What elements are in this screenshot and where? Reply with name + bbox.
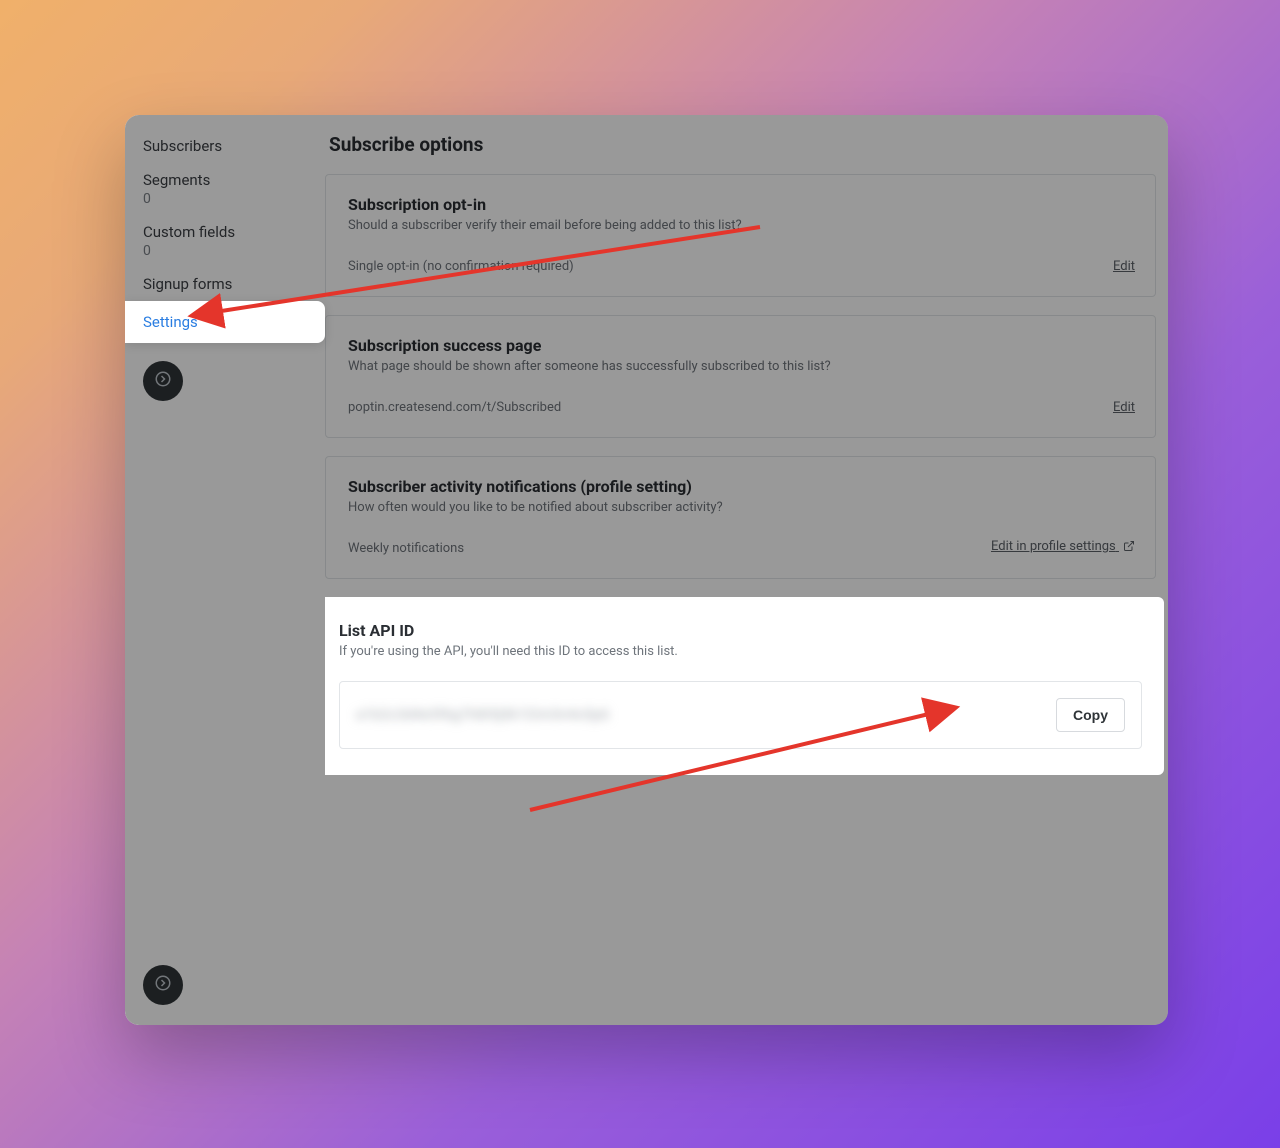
sidebar-item-custom-fields[interactable]: Custom fields xyxy=(125,215,315,241)
page-title: Subscribe options xyxy=(329,133,1156,156)
external-link-icon xyxy=(1123,540,1135,556)
card-subscription-success: Subscription success page What page shou… xyxy=(325,315,1156,438)
card-activity-notifications: Subscriber activity notifications (profi… xyxy=(325,456,1156,579)
sidebar-item-segments-count: 0 xyxy=(125,189,315,215)
card-value: poptin.createsend.com/t/Subscribed xyxy=(348,400,1133,415)
sidebar-item-label: Subscribers xyxy=(143,137,222,155)
card-desc: Should a subscriber verify their email b… xyxy=(348,218,1133,233)
api-id-value: a1b2c3d4e5f6g7h8i9j0k1l2m3n4o5p6 xyxy=(356,707,610,723)
arrow-circle-icon xyxy=(154,370,172,392)
sidebar-item-custom-fields-count: 0 xyxy=(125,241,315,267)
sidebar-item-settings[interactable]: Settings xyxy=(125,301,325,343)
sidebar-item-subscribers[interactable]: Subscribers xyxy=(125,129,315,163)
sidebar-item-label: Settings xyxy=(143,313,198,331)
sidebar-item-label: Custom fields xyxy=(143,223,235,241)
sidebar-item-segments[interactable]: Segments xyxy=(125,163,315,189)
card-title: Subscriber activity notifications (profi… xyxy=(348,477,1133,496)
copy-button[interactable]: Copy xyxy=(1056,698,1125,732)
arrow-circle-icon xyxy=(154,974,172,996)
card-title: Subscription opt-in xyxy=(348,195,1133,214)
card-desc: What page should be shown after someone … xyxy=(348,359,1133,374)
card-desc: If you're using the API, you'll need thi… xyxy=(339,644,1142,659)
edit-link[interactable]: Edit xyxy=(1113,259,1135,274)
card-list-api-id: List API ID If you're using the API, you… xyxy=(325,597,1164,775)
sidebar-toggle-button[interactable] xyxy=(143,361,183,401)
sidebar-item-label: Segments xyxy=(143,171,210,189)
edit-link[interactable]: Edit xyxy=(1113,400,1135,415)
card-title: Subscription success page xyxy=(348,336,1133,355)
api-id-box: a1b2c3d4e5f6g7h8i9j0k1l2m3n4o5p6 Copy xyxy=(339,681,1142,749)
sidebar-item-signup-forms[interactable]: Signup forms xyxy=(125,267,315,301)
sidebar-bottom-button[interactable] xyxy=(143,965,183,1005)
card-value: Single opt-in (no confirmation required) xyxy=(348,259,1133,274)
edit-profile-link[interactable]: Edit in profile settings xyxy=(991,539,1135,556)
card-title: List API ID xyxy=(339,621,1142,640)
sidebar: Subscribers Segments 0 Custom fields 0 S… xyxy=(125,115,315,1025)
card-subscription-optin: Subscription opt-in Should a subscriber … xyxy=(325,174,1156,297)
main-content: Subscribe options Subscription opt-in Sh… xyxy=(325,115,1168,1025)
sidebar-item-label: Signup forms xyxy=(143,275,232,293)
card-desc: How often would you like to be notified … xyxy=(348,500,1133,515)
app-window: Subscribers Segments 0 Custom fields 0 S… xyxy=(125,115,1168,1025)
